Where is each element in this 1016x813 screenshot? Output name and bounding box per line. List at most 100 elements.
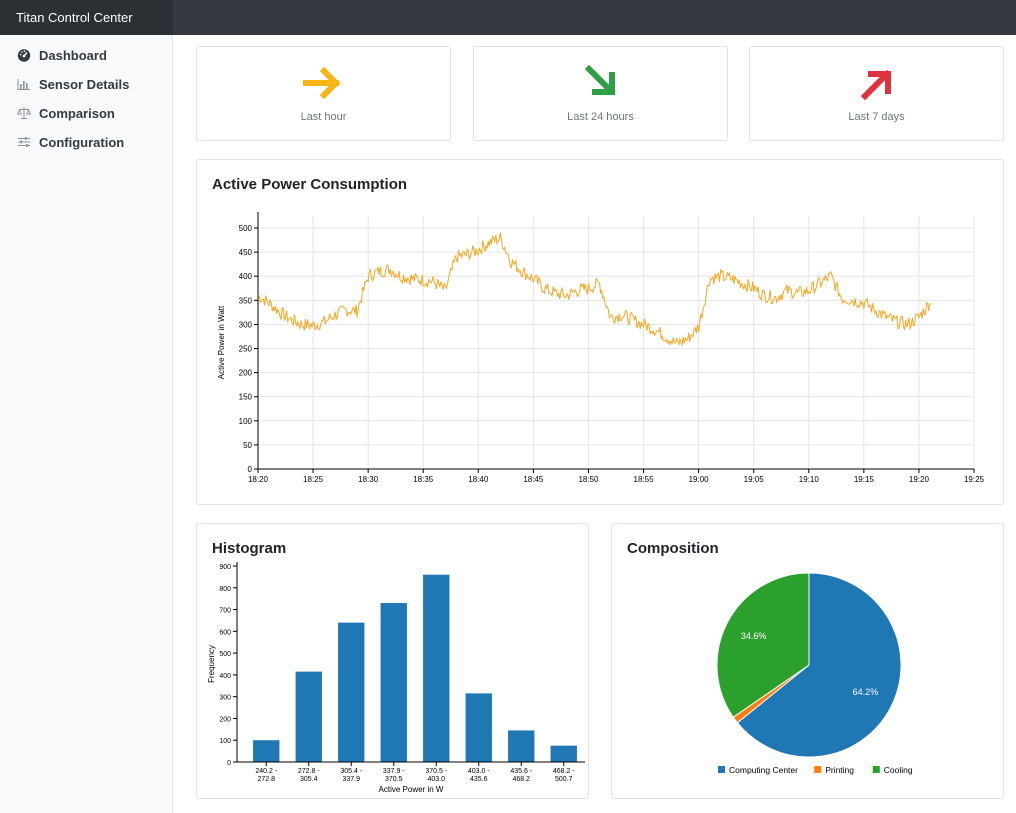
arrow-down-right-icon <box>584 65 615 96</box>
x-tick-label: 18:50 <box>578 475 599 484</box>
x-tick-label: 18:55 <box>634 475 655 484</box>
sidebar-item-label: Configuration <box>39 134 125 150</box>
legend-label: Computing Center <box>729 765 798 775</box>
x-tick-label: 305.4 - <box>340 768 362 775</box>
y-tick-label: 300 <box>219 695 231 702</box>
x-tick-label: 19:15 <box>854 475 875 484</box>
power-chart-card: Active Power Consumption 0 50 100 150 200 250… <box>196 159 1004 505</box>
y-tick-label: 500 <box>219 651 231 658</box>
trend-card-last-7-days: Last 7 days <box>749 46 1004 141</box>
y-tick-label: 800 <box>219 586 231 593</box>
histogram-chart: 0100200300400500600700800900240.2 -272.8… <box>207 562 585 794</box>
trend-card-last-hour: Last hour <box>196 46 451 141</box>
x-tick-label: 370.5 <box>385 776 403 783</box>
composition-card: Composition 64.2% 34.6% Computing Center Pr… <box>611 523 1004 799</box>
y-tick-label: 0 <box>248 465 253 474</box>
histogram-bar <box>423 574 450 762</box>
x-tick-label: 370.5 - <box>425 768 447 775</box>
y-tick-label: 100 <box>239 417 253 426</box>
y-tick-label: 300 <box>239 320 253 329</box>
y-axis-label: Frequency <box>207 645 216 683</box>
pie-slice-label: 64.2% <box>853 687 879 697</box>
sidebar-item-configuration[interactable]: Configuration <box>17 131 124 153</box>
y-tick-label: 400 <box>239 272 253 281</box>
x-tick-label: 337.9 - <box>383 768 405 775</box>
sidebar-item-sensor-details[interactable]: Sensor Details <box>17 73 129 95</box>
y-tick-label: 900 <box>219 564 231 571</box>
x-tick-label: 468.2 <box>512 776 530 783</box>
x-tick-label: 18:30 <box>358 475 379 484</box>
sidebar-item-label: Dashboard <box>39 47 107 63</box>
y-tick-label: 200 <box>219 716 231 723</box>
y-tick-label: 500 <box>239 224 253 233</box>
trend-label: Last hour <box>300 111 347 123</box>
y-tick-label: 150 <box>239 393 253 402</box>
sliders-icon <box>17 135 31 149</box>
x-tick-label: 403.0 - <box>468 768 490 775</box>
x-tick-label: 19:25 <box>964 475 985 484</box>
x-tick-label: 272.8 <box>257 776 275 783</box>
x-tick-label: 403.0 <box>427 776 445 783</box>
power-line-chart: 0 50 100 150 200 250 300 350 400 450 500 18:20 18:25… <box>217 212 985 484</box>
trend-card-last-24-hours: Last 24 hours <box>473 46 728 141</box>
histogram-bar <box>295 671 322 762</box>
scale-icon <box>17 106 31 120</box>
trend-label: Last 24 hours <box>567 111 634 123</box>
arrow-up-right-icon <box>860 69 891 101</box>
x-tick-label: 468.2 - <box>553 768 575 775</box>
x-tick-label: 18:45 <box>523 475 544 484</box>
histogram-bar <box>338 622 365 762</box>
y-tick-label: 50 <box>243 441 252 450</box>
legend-swatch <box>872 766 880 773</box>
y-tick-label: 250 <box>239 345 253 354</box>
histogram-bar <box>550 745 577 762</box>
y-tick-label: 200 <box>239 369 253 378</box>
legend-label: Cooling <box>884 765 913 775</box>
x-tick-label: 272.8 - <box>298 768 320 775</box>
x-tick-label: 19:10 <box>799 475 820 484</box>
composition-pie-chart: 64.2% 34.6% Computing Center Printing Coolin… <box>716 572 913 775</box>
top-navbar: Titan Control Center <box>0 0 1016 35</box>
x-tick-label: 18:20 <box>248 475 269 484</box>
y-tick-label: 0 <box>227 760 231 767</box>
x-tick-label: 19:00 <box>689 475 710 484</box>
histogram-bar <box>508 730 535 762</box>
trend-label: Last 7 days <box>848 111 905 123</box>
sidebar: Dashboard Sensor Details Comparison Conf… <box>0 35 173 813</box>
y-tick-label: 100 <box>219 738 231 745</box>
x-tick-label: 18:40 <box>468 475 489 484</box>
x-tick-label: 500.7 <box>555 776 573 783</box>
x-axis-label: Active Power in W <box>379 785 444 794</box>
histogram-bar <box>253 740 280 762</box>
y-tick-label: 400 <box>219 673 231 680</box>
legend-swatch <box>718 766 725 773</box>
y-tick-label: 450 <box>239 248 253 257</box>
sidebar-item-label: Comparison <box>39 105 115 121</box>
sidebar-item-dashboard[interactable]: Dashboard <box>17 44 107 66</box>
y-tick-label: 600 <box>219 629 231 636</box>
x-tick-label: 337.9 <box>342 776 360 783</box>
y-axis-label: Active Power in Watt <box>217 305 226 379</box>
x-tick-label: 19:05 <box>744 475 765 484</box>
x-tick-label: 19:20 <box>909 475 930 484</box>
power-series-line <box>257 232 931 347</box>
legend-swatch <box>814 766 822 773</box>
x-tick-label: 18:35 <box>413 475 434 484</box>
y-tick-label: 350 <box>239 296 253 305</box>
histogram-bar <box>380 603 407 762</box>
histogram-bar <box>465 693 492 762</box>
x-tick-label: 305.4 <box>300 776 318 783</box>
sidebar-item-label: Sensor Details <box>39 76 130 92</box>
sidebar-item-comparison[interactable]: Comparison <box>17 102 115 124</box>
x-tick-label: 435.6 <box>470 776 488 783</box>
app-title[interactable]: Titan Control Center <box>0 0 173 35</box>
x-tick-label: 18:25 <box>303 475 324 484</box>
histogram-card: Histogram 0 100 200 300 400 500 600 700 800 900 24… <box>196 523 589 799</box>
x-tick-label: 240.2 - <box>255 768 277 775</box>
x-tick-label: 435.6 - <box>510 768 532 775</box>
pie-slice-label: 34.6% <box>741 631 767 641</box>
legend-label: Printing <box>825 765 854 775</box>
bar-chart-icon <box>17 77 31 91</box>
y-tick-label: 700 <box>219 608 231 615</box>
arrow-right-icon <box>302 66 340 100</box>
